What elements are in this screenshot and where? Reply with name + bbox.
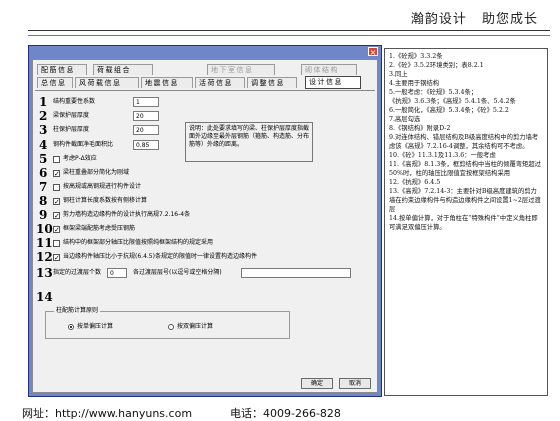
note-item: 10.《砼》11.3.1及11.3.6：一般考虑 — [389, 152, 496, 159]
compression-rebar-label: 框架梁端配筋考虑受压钢筋 — [63, 225, 136, 232]
column-design-label: 柱配筋计算原则 — [54, 306, 101, 316]
rigid-zone-label: 梁柱重叠部分简化为刚域 — [63, 169, 130, 176]
item-number: 8 — [39, 194, 48, 208]
tab-live-load[interactable]: 活荷信息 — [195, 77, 245, 88]
biaxial-label: 按双偏压计算 — [177, 323, 214, 330]
ok-button[interactable]: 确定 — [301, 378, 333, 389]
item-number: 11 — [36, 236, 53, 250]
tab-design[interactable]: 设计信息 — [305, 76, 361, 89]
tab-adjustment[interactable]: 调整信息 — [247, 77, 297, 88]
item-number: 7 — [39, 180, 48, 194]
p-delta-checkbox[interactable] — [53, 156, 60, 163]
note-item: 2.《砼》3.5.2环境类别；表8.2.1 — [389, 62, 484, 69]
steel-area-ratio-label: 钢构件截面净毛面积比 — [53, 141, 114, 148]
steel-area-ratio-input[interactable]: 0.85 — [133, 140, 159, 150]
item-number: 12 — [36, 250, 53, 264]
note-item: 11.《高规》8.1.3条，框剪结构中当柱的倾覆弯矩超过50%时，柱的轴压比限值… — [389, 161, 541, 177]
header-rule — [28, 30, 550, 31]
sway-length-label: 钢柱计算长度系数按有侧移计算 — [63, 197, 148, 204]
tab-strip: 配筋信息 荷载组合 地下室信息 砌体结构 总信息 风荷载信息 地震信息 活荷信息… — [35, 62, 375, 90]
note-item: 4.主要用于钢结构 — [389, 80, 440, 87]
compression-rebar-checkbox[interactable]: ✓ — [53, 226, 60, 234]
note-item: 9.对连体结构、错层结构及B级高度结构中的剪力墙考虑该《高规》7.2.16-4调… — [389, 134, 539, 150]
high-rise-code-checkbox[interactable] — [53, 184, 60, 191]
transition-count-input[interactable]: 0 — [107, 268, 127, 278]
tab-divider — [35, 90, 375, 91]
tab-masonry[interactable]: 砌体结构 — [301, 64, 357, 75]
page-header: 瀚韵设计 助您成长 — [401, 8, 538, 27]
axial-ratio-checkbox[interactable] — [53, 240, 60, 247]
cancel-button[interactable]: 取消 — [339, 378, 371, 389]
axial-ratio-label: 结构中的框架部分轴压比限值按照纯框架结构的规定采用 — [63, 239, 214, 246]
note-item: 14.按单偏计算，对于角柱在“特殊构件”中定义角柱即可满足双偏压计算。 — [389, 215, 538, 231]
construction-edge-checkbox[interactable]: ✓ — [53, 254, 60, 262]
item-number: 5 — [39, 152, 48, 166]
note-item: 5.一般考虑：《砼规》5.3.4条； — [389, 89, 478, 96]
transition-count-label: 指定的过渡层个数 — [53, 269, 102, 276]
notes-panel: 1.《砼规》3.3.2条 2.《砼》3.5.2环境类别；表8.2.1 3.同上 … — [384, 48, 548, 396]
item-number: 9 — [39, 208, 48, 222]
item-number: 13 — [36, 266, 53, 280]
dialog-panel: 配筋信息 荷载组合 地下室信息 砌体结构 总信息 风荷载信息 地震信息 活荷信息… — [32, 59, 378, 393]
beam-cover-input[interactable]: 20 — [133, 111, 159, 121]
importance-factor-input[interactable]: 1 — [133, 97, 159, 107]
importance-factor-label: 结构重要性系数 — [53, 98, 96, 105]
transition-floors-label: 各过渡层层号(以逗号或空格分隔) — [133, 269, 222, 276]
header-rule-thin — [28, 35, 550, 36]
note-item: 7.高层勾选 — [389, 116, 421, 123]
column-design-group: 柱配筋计算原则 按单偏压计算 按双偏压计算 — [45, 306, 290, 339]
note-item: 6.一般简化，《高规》5.3.4条；《砼》5.2.2 — [389, 107, 509, 114]
beam-cover-label: 梁保护层厚度 — [53, 112, 90, 119]
item-number: 1 — [39, 95, 48, 109]
column-cover-input[interactable]: 20 — [133, 125, 159, 135]
boundary-element-checkbox[interactable]: ✓ — [53, 212, 60, 220]
uniaxial-label: 按单偏压计算 — [77, 323, 114, 330]
construction-edge-label: 当边缘构件轴压比小于抗规(6.4.5)条规定的限值时一律设置构造边缘构件 — [63, 253, 257, 260]
item-number: 6 — [39, 166, 48, 180]
brand-name: 瀚韵设计 — [410, 12, 467, 27]
note-box: 说明：此处要求填写的梁、柱保护层厚度指截面外边缘至最外层钢筋（箍筋、构造筋、分布… — [185, 122, 313, 162]
item-number: 2 — [39, 109, 48, 123]
note-item: 1.《砼规》3.3.2条 — [389, 53, 443, 60]
high-rise-code-label: 按高规或高钢规进行构件设计 — [63, 183, 142, 190]
boundary-element-label: 剪力墙构造边缘构件的设计执行高规7.2.16-4条 — [63, 211, 191, 218]
note-item: 13.《高规》7.2.14-3：主要针对B级高度建筑的剪力墙在约束边缘构件与构造… — [389, 188, 541, 213]
item-number: 3 — [39, 123, 48, 137]
website-link[interactable]: 网址：http://www.hanyuns.com — [22, 407, 192, 420]
sway-length-checkbox[interactable]: ✓ — [53, 198, 60, 206]
tab-general[interactable]: 总信息 — [37, 77, 73, 88]
slogan: 助您成长 — [481, 12, 538, 27]
note-item: 12.《抗规》6.4.5 — [389, 179, 441, 186]
uniaxial-radio[interactable] — [68, 324, 74, 330]
item-number: 10 — [36, 222, 53, 236]
transition-floors-input[interactable] — [241, 268, 351, 278]
tab-seismic[interactable]: 地震信息 — [141, 77, 193, 88]
tab-load-combination[interactable]: 荷载组合 — [93, 64, 153, 75]
dialog-titlebar[interactable]: × — [29, 46, 381, 57]
tab-wind-load[interactable]: 风荷载信息 — [75, 77, 139, 88]
item-number: 14 — [36, 290, 53, 304]
note-item: 8.《钢结构》附录D-2 — [389, 125, 451, 132]
p-delta-label: 考虑P-Δ效应 — [63, 155, 97, 162]
note-item: 《抗规》3.6.3条；《高规》5.4.1条、5.4.2条 — [389, 98, 516, 105]
column-cover-label: 柱保护层厚度 — [53, 126, 90, 133]
settings-dialog: × 配筋信息 荷载组合 地下室信息 砌体结构 总信息 风荷载信息 地震信息 活荷… — [28, 45, 382, 397]
rigid-zone-checkbox[interactable]: ✓ — [53, 170, 60, 178]
biaxial-radio[interactable] — [168, 324, 174, 330]
close-button[interactable]: × — [368, 47, 378, 57]
tab-basement[interactable]: 地下室信息 — [207, 64, 275, 75]
tab-reinforcement[interactable]: 配筋信息 — [37, 64, 87, 75]
item-number: 4 — [39, 138, 48, 152]
note-item: 3.同上 — [389, 71, 408, 78]
